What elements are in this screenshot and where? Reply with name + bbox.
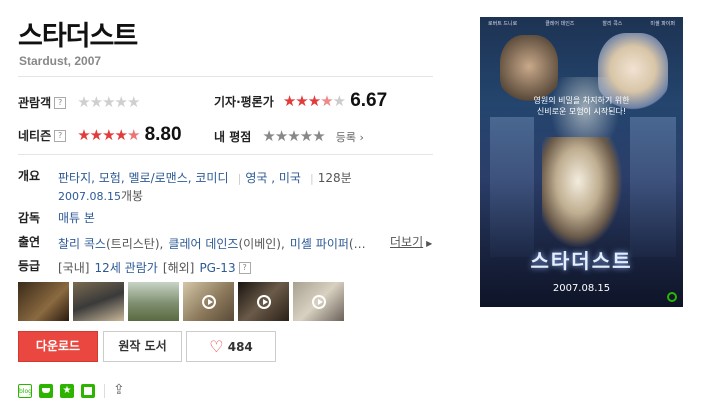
director-label: 감독 — [18, 211, 41, 225]
like-count: 484 — [227, 340, 253, 354]
divider — [18, 76, 433, 77]
netizen-label: 네티즌 — [18, 129, 52, 143]
audience-stars: ★★★★★ — [77, 93, 140, 111]
country-link[interactable]: 영국 , 미국 — [245, 171, 301, 185]
poster-title: 스타더스트 — [530, 249, 633, 273]
video-thumbnail[interactable] — [183, 282, 234, 321]
video-thumbnail[interactable] — [238, 282, 289, 321]
download-button[interactable]: 다운로드 — [18, 331, 98, 362]
genre-link[interactable]: 판타지 — [58, 171, 91, 185]
cast-label: 출연 — [18, 235, 41, 249]
genre-link[interactable]: 멜로/로맨스 — [129, 171, 188, 185]
still-thumbnail[interactable] — [128, 282, 179, 321]
still-thumbnail[interactable] — [73, 282, 124, 321]
grade-label: 등급 — [18, 259, 41, 273]
my-rating-stars[interactable]: ★★★★★ — [262, 127, 325, 145]
audience-rating: 관람객? ★★★★★ — [18, 92, 140, 111]
cast-link[interactable]: 찰리 콕스 — [58, 237, 106, 251]
zoom-icon[interactable] — [667, 292, 677, 302]
critic-score: 6.67 — [350, 90, 388, 111]
overview-label: 개요 — [18, 169, 41, 183]
share-icon[interactable]: ⇪ — [113, 382, 125, 398]
my-rating: 내 평점 ★★★★★ 등록 › — [214, 126, 364, 145]
overview-info: 판타지, 모험, 멜로/로맨스, 코미디 | 영국 , 미국 | 128분 — [58, 171, 352, 185]
heart-icon: ♡ — [209, 337, 224, 356]
still-thumbnail[interactable] — [18, 282, 69, 321]
help-icon[interactable]: ? — [54, 129, 67, 142]
genre-link[interactable]: 모험 — [99, 171, 121, 185]
help-icon[interactable]: ? — [54, 96, 67, 109]
release-suffix: 개봉 — [120, 189, 144, 203]
movie-poster[interactable]: 로버트 드니로 클레어 데인즈 찰리 콕스 미셸 파이퍼 영원의 비밀을 차지하기 위… — [480, 17, 683, 307]
cast-list: 찰리 콕스(트리스탄), 클레어 데인즈(이베인), 미셸 파이퍼(… — [58, 237, 366, 251]
cast-link[interactable]: 미셸 파이퍼 — [290, 237, 349, 251]
grade-foreign-link[interactable]: PG-13 — [199, 261, 235, 275]
audience-label: 관람객 — [18, 96, 52, 110]
runtime: 128분 — [317, 171, 352, 185]
video-thumbnail[interactable] — [293, 282, 344, 321]
netizen-score: 8.80 — [144, 124, 182, 145]
play-icon — [256, 294, 271, 309]
genre-link[interactable]: 코미디 — [195, 171, 228, 185]
release-date-link[interactable]: 2007.08.15 — [58, 190, 121, 203]
director-link[interactable]: 매튜 본 — [58, 209, 95, 226]
movie-title: 스타더스트 — [18, 21, 138, 52]
note-share-icon[interactable] — [81, 384, 95, 398]
play-icon — [201, 294, 216, 309]
movie-subtitle: Stardust, 2007 — [19, 54, 102, 68]
poster-figure — [490, 117, 534, 257]
cast-link[interactable]: 클레어 데인즈 — [168, 237, 238, 251]
release-info: 2007.08.15개봉 — [58, 185, 143, 204]
netizen-rating: 네티즌? ★★★★★ 8.80 — [18, 124, 182, 146]
poster-couple — [542, 137, 622, 247]
original-book-button[interactable]: 원작 도서 — [103, 331, 182, 362]
help-icon[interactable]: ? — [238, 261, 251, 274]
poster-tagline: 영원의 비밀을 차지하기 위한 신비로운 모험이 시작된다! — [533, 96, 630, 116]
critic-rating: 기자·평론가 ★★★★★ 6.67 — [214, 90, 387, 112]
cafe-share-icon[interactable] — [39, 384, 53, 398]
play-icon — [311, 294, 326, 309]
register-link[interactable]: 등록 › — [336, 131, 364, 144]
critic-label: 기자·평론가 — [214, 95, 274, 109]
poster-cast-names: 로버트 드니로 클레어 데인즈 찰리 콕스 미셸 파이퍼 — [488, 21, 675, 27]
like-button[interactable]: ♡ 484 — [186, 331, 276, 362]
blog-share-icon[interactable]: blog — [18, 384, 32, 398]
critic-stars: ★★★★★ — [282, 92, 346, 110]
divider — [18, 154, 433, 155]
netizen-stars: ★★★★★ — [77, 126, 140, 144]
favorite-share-icon[interactable]: ★ — [60, 384, 74, 398]
divider — [104, 384, 105, 398]
poster-date: 2007.08.15 — [552, 283, 611, 294]
poster-figure — [630, 117, 676, 257]
grade-domestic-link[interactable]: 12세 관람가 — [95, 261, 158, 275]
my-rating-label: 내 평점 — [214, 130, 252, 144]
more-cast-button[interactable]: 더보기 ▶ — [390, 233, 432, 250]
grade-info: [국내] 12세 관람가 [해외] PG-13? — [58, 257, 251, 276]
